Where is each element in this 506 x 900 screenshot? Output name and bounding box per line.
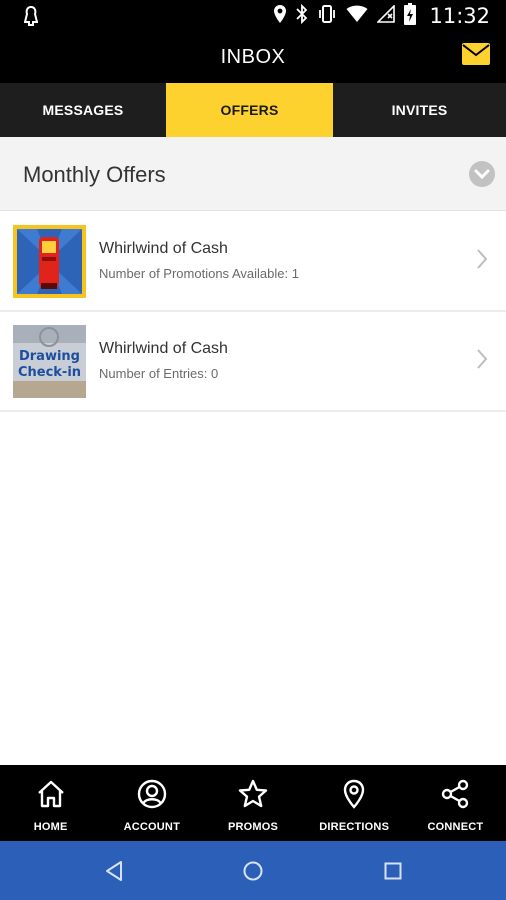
location-icon <box>273 4 287 29</box>
back-icon[interactable] <box>103 860 125 882</box>
section-title: Monthly Offers <box>23 162 166 187</box>
nav-label: HOME <box>33 821 68 833</box>
page-title: INBOX <box>220 46 286 68</box>
nav-label: ACCOUNT <box>123 821 180 833</box>
offer-subtitle: Number of Entries: 0 <box>99 366 219 381</box>
recents-icon[interactable] <box>382 860 404 882</box>
tab-messages[interactable]: MESSAGES <box>0 83 166 137</box>
system-navigation-bar <box>0 841 506 900</box>
home-circle-icon[interactable] <box>242 860 264 882</box>
offer-title: Whirlwind of Cash <box>99 240 228 257</box>
thumbnail-text-line: Drawing <box>18 349 80 364</box>
location-pin-icon <box>338 778 370 810</box>
account-icon <box>136 778 168 810</box>
drawing-checkin-image: Drawing Check-in <box>13 325 86 398</box>
status-bar: 11:32 <box>0 0 506 33</box>
wifi-icon <box>346 5 368 28</box>
no-signal-icon <box>376 3 396 28</box>
home-icon <box>35 778 67 810</box>
bluetooth-icon <box>296 3 308 29</box>
star-icon <box>237 778 269 810</box>
nav-home[interactable]: HOME <box>0 765 101 841</box>
nav-label: PROMOS <box>227 821 279 833</box>
tab-invites[interactable]: INVITES <box>333 83 506 137</box>
offer-title: Whirlwind of Cash <box>99 340 228 357</box>
nav-label: DIRECTIONS <box>319 821 390 833</box>
nav-label: CONNECT <box>427 821 484 833</box>
thumbnail-text-line: Check-in <box>17 365 82 380</box>
chevron-right-icon <box>476 348 488 370</box>
mail-icon[interactable] <box>462 43 490 65</box>
notification-icon <box>23 5 39 31</box>
nav-promos[interactable]: PROMOS <box>202 765 303 841</box>
kiosk-image <box>13 225 86 298</box>
section-header-monthly-offers[interactable]: Monthly Offers <box>0 137 506 211</box>
vibrate-icon <box>317 4 337 29</box>
offer-subtitle: Number of Promotions Available: 1 <box>99 266 299 281</box>
app-header: INBOX <box>0 33 506 83</box>
status-time: 11:32 <box>429 4 490 28</box>
chevron-down-circle-icon[interactable] <box>469 161 495 187</box>
tab-offers[interactable]: OFFERS <box>166 83 333 137</box>
list-item[interactable]: Whirlwind of Cash Number of Promotions A… <box>0 212 506 312</box>
list-item[interactable]: Drawing Check-in Whirlwind of Cash Numbe… <box>0 312 506 412</box>
nav-connect[interactable]: CONNECT <box>405 765 506 841</box>
nav-directions[interactable]: DIRECTIONS <box>304 765 405 841</box>
chevron-right-icon <box>476 248 488 270</box>
share-icon <box>439 778 471 810</box>
bottom-nav: HOME ACCOUNT PROMOS DIRECTIONS CONNECT <box>0 765 506 841</box>
tab-bar: MESSAGES OFFERS INVITES <box>0 83 506 137</box>
battery-icon <box>404 2 417 30</box>
nav-account[interactable]: ACCOUNT <box>101 765 202 841</box>
